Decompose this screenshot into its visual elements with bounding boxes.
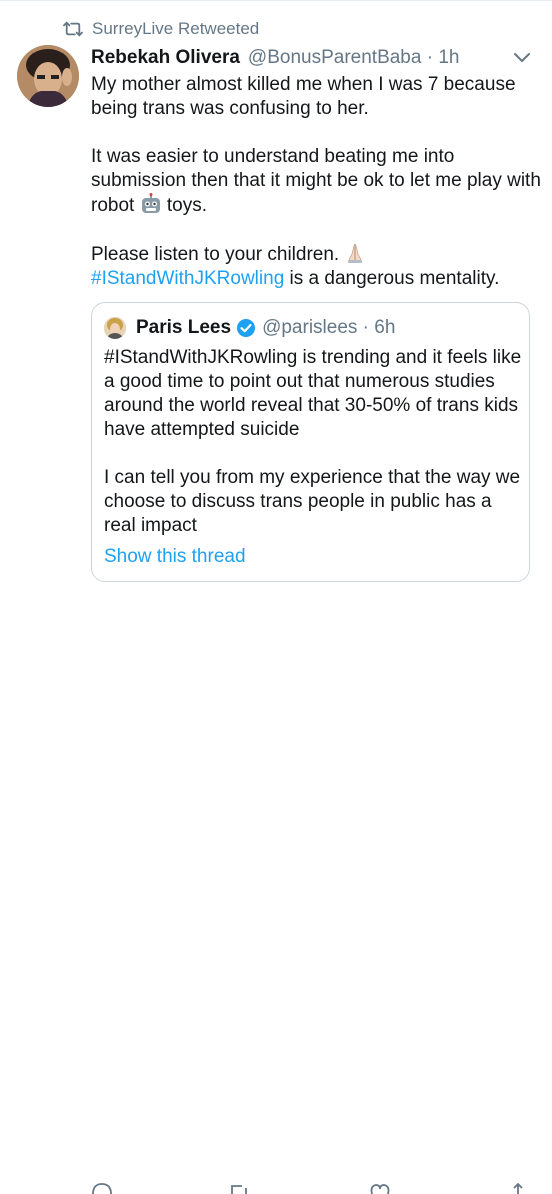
quoted-author-name[interactable]: Paris Lees — [136, 317, 231, 339]
tweet-paragraph-2: It was easier to understand beating me i… — [91, 145, 541, 218]
retweet-context[interactable]: SurreyLive Retweeted — [62, 17, 259, 41]
action-bar — [0, 590, 552, 1194]
tweet-paragraph-3-b: is a dangerous mentality. — [289, 268, 500, 289]
reply-icon[interactable] — [90, 1182, 114, 1194]
quoted-tweet-body: #IStandWithJKRowling is trending and it … — [104, 346, 524, 538]
author-avatar[interactable] — [17, 45, 79, 107]
quoted-author-handle-time[interactable]: @parislees · 6h — [262, 317, 395, 339]
tweet-header: Rebekah Olivera @BonusParentBaba · 1h — [91, 44, 531, 72]
tweet-paragraph-3: Please listen to your children. #IStandW… — [91, 242, 541, 291]
tweet-body: My mother almost killed me when I was 7 … — [91, 73, 541, 291]
author-handle-time[interactable]: @BonusParentBaba · 1h — [248, 47, 460, 69]
retweet-label: SurreyLive Retweeted — [92, 19, 260, 38]
quoted-author-avatar[interactable] — [104, 317, 126, 339]
like-icon[interactable] — [368, 1182, 392, 1194]
quoted-tweet-card[interactable]: Paris Lees @parislees · 6h #IStandWithJK… — [91, 302, 530, 582]
chevron-down-icon[interactable] — [511, 48, 533, 66]
show-thread-link[interactable]: Show this thread — [104, 546, 246, 568]
tweet-paragraph-3-a: Please listen to your children. — [91, 244, 340, 265]
tweet-paragraph-1: My mother almost killed me when I was 7 … — [91, 74, 516, 119]
top-divider — [0, 0, 552, 1]
retweet-action-icon[interactable] — [228, 1182, 252, 1194]
praying-hands-emoji — [348, 243, 363, 263]
quoted-paragraph-2: I can tell you from my experience that t… — [104, 467, 521, 536]
quoted-tweet-header: Paris Lees @parislees · 6h — [104, 315, 395, 341]
tweet-paragraph-2-b: toys. — [166, 195, 207, 216]
verified-badge-icon — [237, 319, 256, 337]
robot-emoji — [141, 193, 160, 213]
share-icon[interactable] — [506, 1182, 530, 1194]
author-name[interactable]: Rebekah Olivera — [91, 47, 240, 69]
quoted-paragraph-1: #IStandWithJKRowling is trending and it … — [104, 347, 522, 440]
retweet-icon — [63, 21, 83, 37]
hashtag-link[interactable]: #IStandWithJKRowling — [91, 268, 284, 289]
